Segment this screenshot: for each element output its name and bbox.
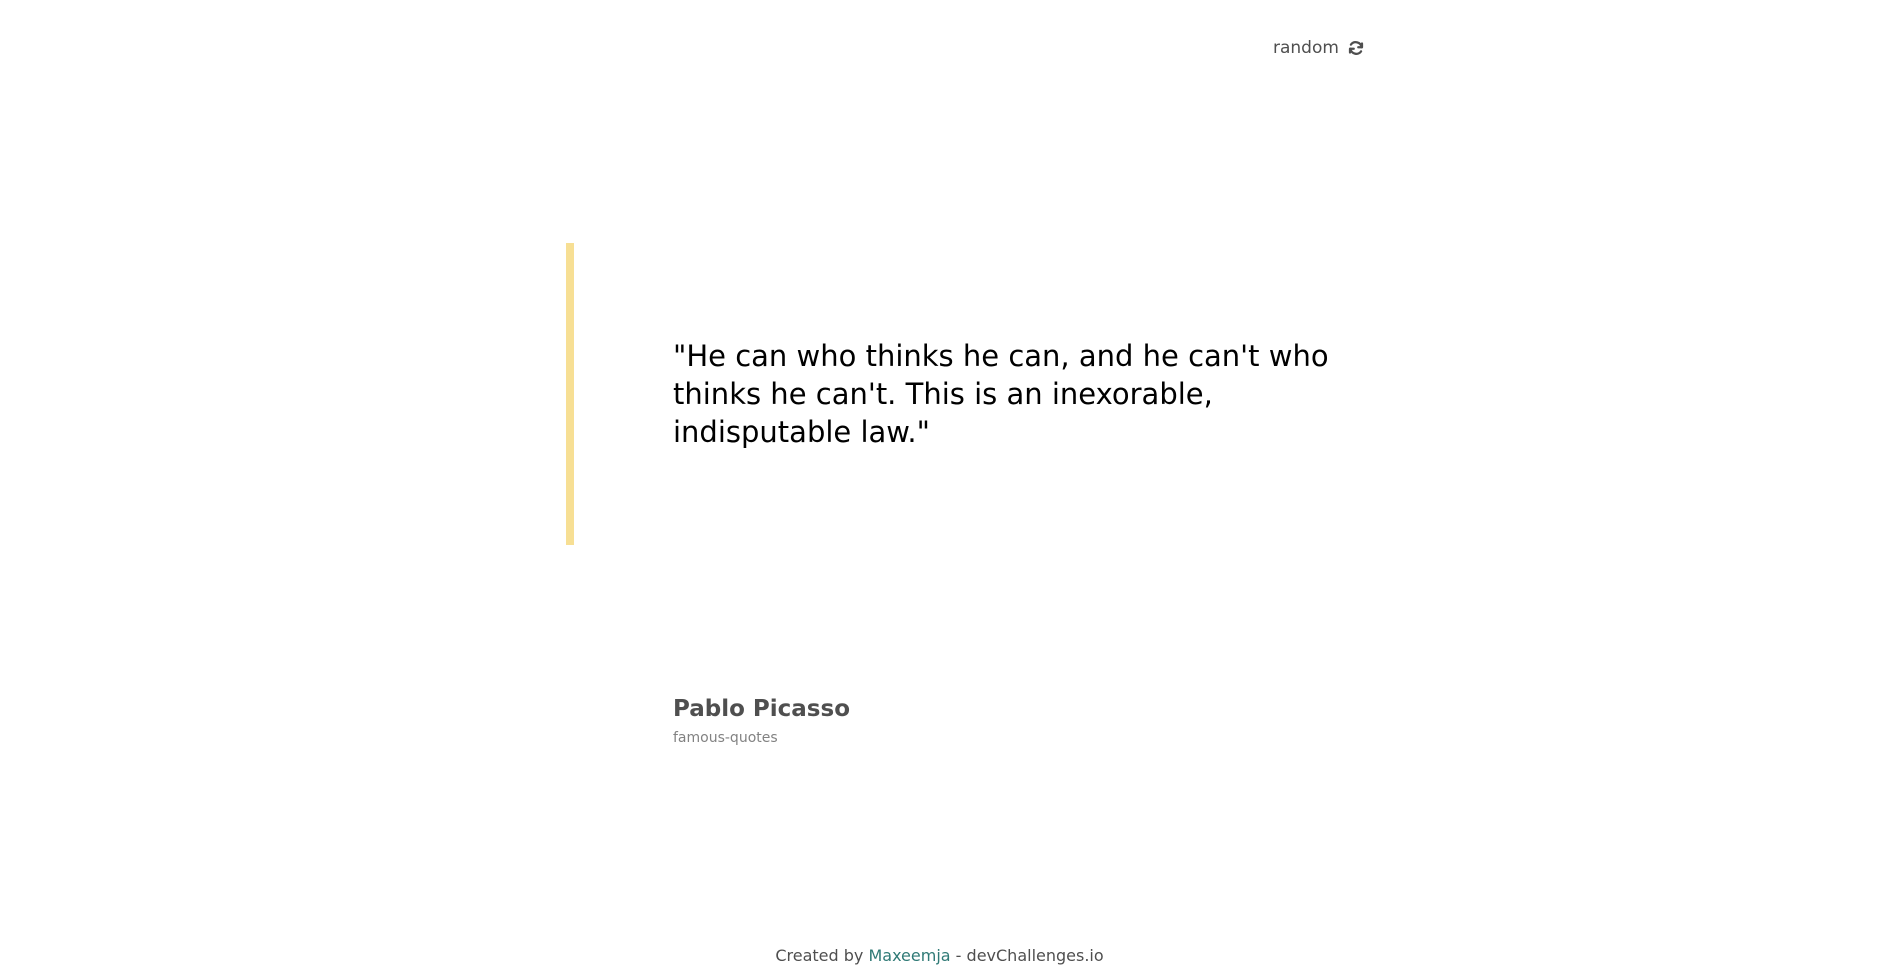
footer-separator: -	[955, 946, 962, 965]
author-name: Pablo Picasso	[673, 696, 850, 722]
random-button[interactable]: random	[1273, 38, 1365, 58]
refresh-icon	[1347, 39, 1365, 57]
author-genre: famous-quotes	[673, 730, 778, 746]
footer-site: devChallenges.io	[966, 946, 1104, 965]
page: random "He can who thinks he can, and he…	[0, 0, 1879, 970]
footer-prefix: Created by	[775, 946, 864, 965]
author-block[interactable]: Pablo Picasso famous-quotes	[673, 695, 850, 747]
random-label: random	[1273, 38, 1339, 58]
quote-text: "He can who thinks he can, and he can't …	[673, 339, 1329, 449]
footer: Created by Maxeemja - devChallenges.io	[0, 946, 1879, 966]
quote-accent-bar	[566, 243, 574, 545]
footer-author-link[interactable]: Maxeemja	[868, 946, 950, 965]
